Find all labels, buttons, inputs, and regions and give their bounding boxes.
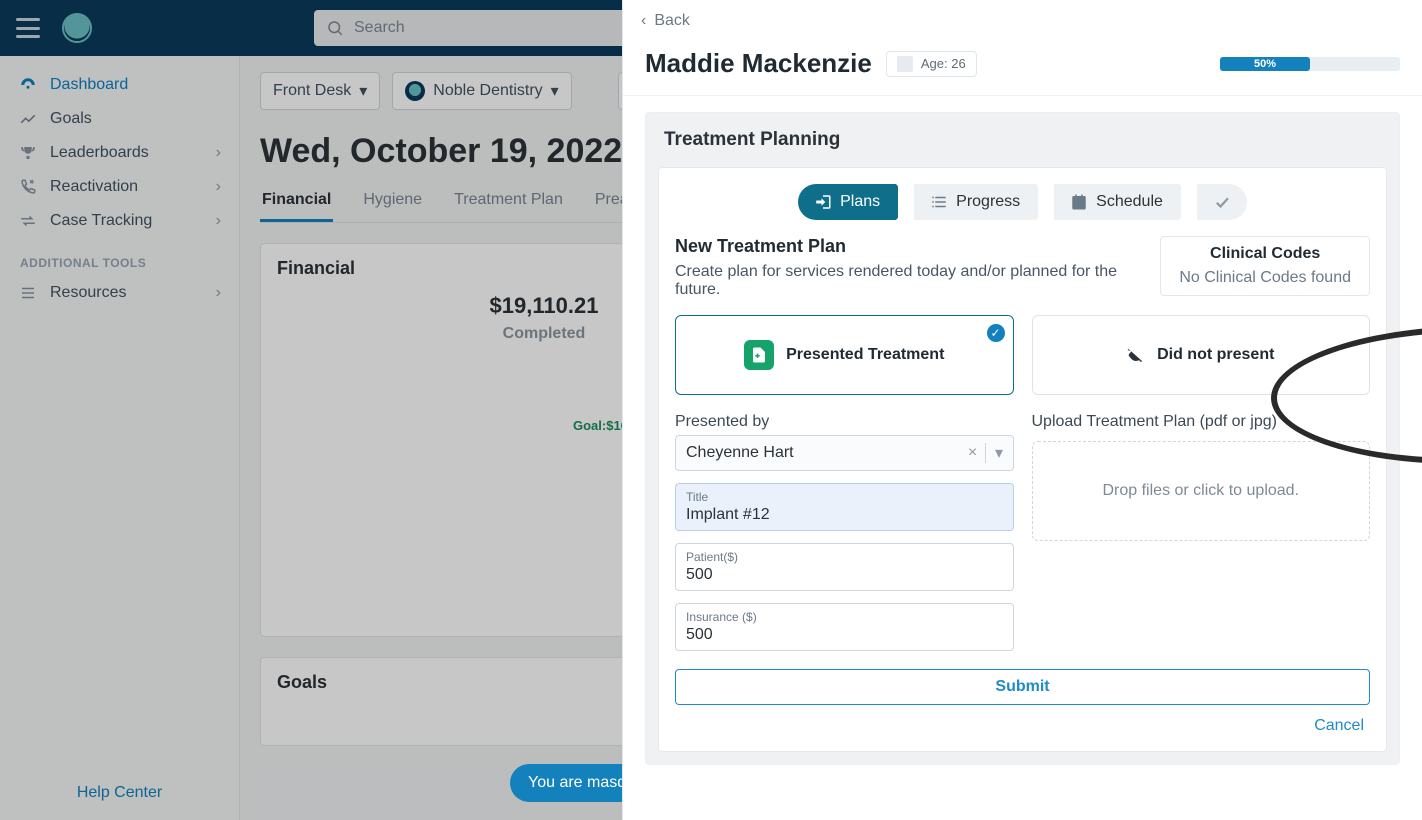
field-value: Implant #12 [686,506,1003,524]
codes-title: Clinical Codes [1179,245,1351,263]
doc-plus-icon [744,340,774,370]
selected-check-icon: ✓ [987,324,1005,342]
option-label: Did not present [1157,346,1274,364]
field-label: Insurance ($) [686,610,1003,624]
field-label: Title [686,490,1003,504]
step-plans[interactable]: Plans [798,184,896,220]
step-label: Plans [840,193,880,211]
checklist-icon [930,193,948,211]
presented-by-label: Presented by [675,413,1014,431]
clinical-codes-box: Clinical Codes No Clinical Codes found [1160,236,1370,296]
option-presented-treatment[interactable]: ✓ Presented Treatment [675,315,1014,395]
tp-title: Treatment Planning [646,113,1399,167]
tp-inner: Plans Progress Schedule [658,167,1387,752]
new-plan-header: New Treatment Plan Create plan for servi… [675,236,1370,299]
back-button[interactable]: ‹ Back [623,0,1422,42]
field-value: 500 [686,566,1003,584]
presenter-select[interactable]: Cheyenne Hart × ▾ [675,435,1014,471]
treatment-planning-card: Treatment Planning Plans Progress Schedu… [645,112,1400,765]
patient-amount-field[interactable]: Patient($) 500 [675,543,1014,591]
user-icon [897,56,913,72]
caret-down-icon[interactable]: ▾ [985,443,1013,463]
calendar-icon [1070,193,1088,211]
step-complete[interactable] [1197,184,1247,220]
progress-bar: 50% [1220,57,1400,71]
title-field[interactable]: Title Implant #12 [675,483,1014,531]
eye-off-icon [1127,346,1145,364]
wizard-steps: Plans Progress Schedule [675,184,1370,220]
new-plan-title: New Treatment Plan [675,236,1148,257]
treatment-panel: ‹ Back Maddie Mackenzie Age: 26 50% Trea… [622,0,1422,820]
option-did-not-present[interactable]: Did not present [1032,315,1371,395]
presenter-value: Cheyenne Hart [676,444,961,462]
step-schedule[interactable]: Schedule [1054,184,1179,220]
insurance-amount-field[interactable]: Insurance ($) 500 [675,603,1014,651]
patient-age-chip: Age: 26 [886,51,977,77]
upload-drop-text: Drop files or click to upload. [1102,482,1299,500]
age-label: Age: 26 [921,56,966,71]
step-label: Progress [956,193,1020,211]
clear-icon[interactable]: × [961,444,985,462]
upload-label: Upload Treatment Plan (pdf or jpg) [1032,413,1371,431]
patient-header: Maddie Mackenzie Age: 26 50% [623,42,1422,96]
chevron-left-icon: ‹ [641,12,646,30]
login-icon [814,193,832,211]
panel-body: Treatment Planning Plans Progress Schedu… [623,96,1422,781]
step-label: Schedule [1096,193,1163,211]
progress-text: 50% [1220,57,1310,71]
back-label: Back [654,12,690,30]
codes-empty: No Clinical Codes found [1179,269,1351,287]
form-right: Upload Treatment Plan (pdf or jpg) Drop … [1032,413,1371,651]
option-label: Presented Treatment [786,346,944,364]
submit-button[interactable]: Submit [675,669,1370,705]
form-left: Presented by Cheyenne Hart × ▾ Title Imp… [675,413,1014,651]
step-progress[interactable]: Progress [914,184,1036,220]
new-plan-subtitle: Create plan for services rendered today … [675,263,1148,299]
check-icon [1213,193,1231,211]
field-label: Patient($) [686,550,1003,564]
form-columns: Presented by Cheyenne Hart × ▾ Title Imp… [675,413,1370,651]
cancel-link[interactable]: Cancel [675,717,1364,735]
presentation-choice: ✓ Presented Treatment Did not present [675,315,1370,395]
upload-dropzone[interactable]: Drop files or click to upload. [1032,441,1371,541]
patient-name: Maddie Mackenzie [645,48,872,79]
field-value: 500 [686,626,1003,644]
